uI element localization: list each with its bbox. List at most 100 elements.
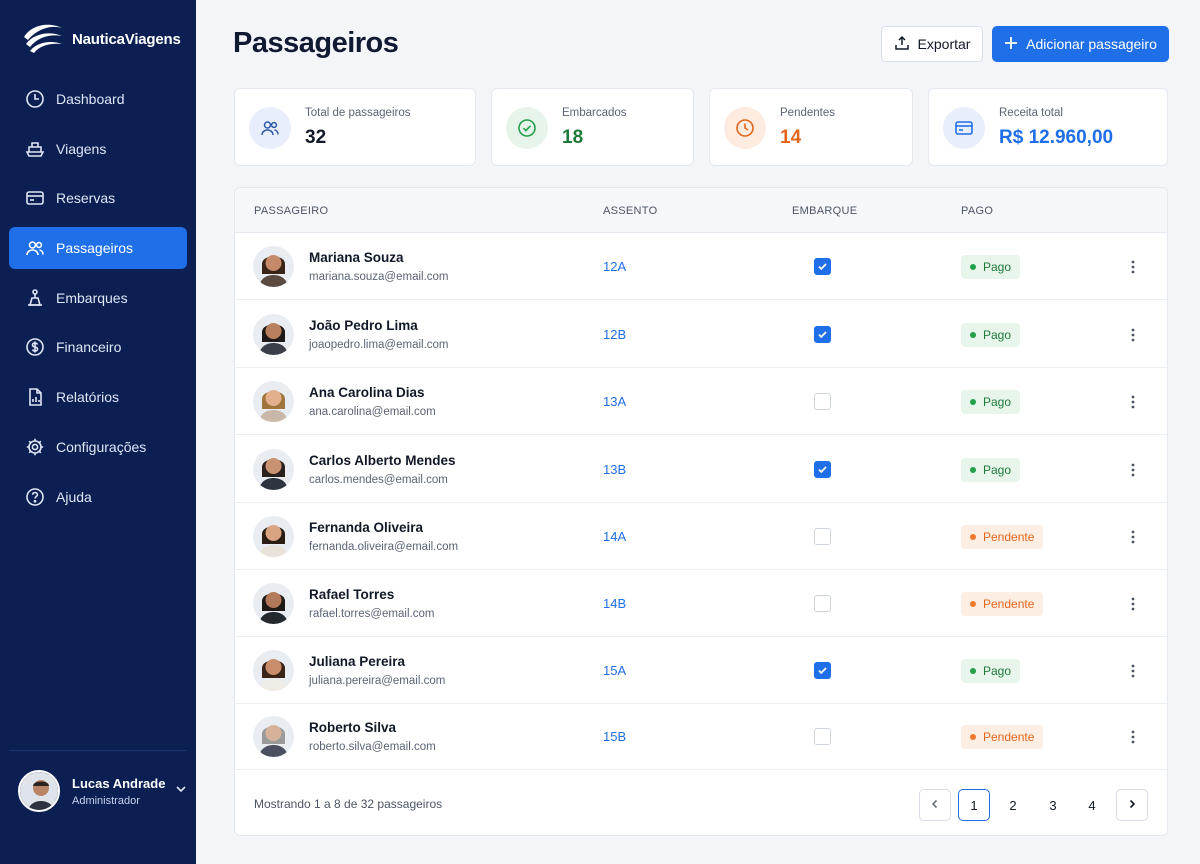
prev-page-button[interactable]	[919, 789, 951, 821]
boarding-checkbox[interactable]	[814, 528, 831, 545]
passenger-email: mariana.souza@email.com	[309, 271, 449, 283]
boarding-checkbox[interactable]	[814, 393, 831, 410]
boarding-checkbox[interactable]	[814, 461, 831, 478]
table-row[interactable]: Ana Carolina Dias ana.carolina@email.com 1…	[235, 368, 1167, 435]
table-row[interactable]: Juliana Pereira juliana.pereira@email.com…	[235, 637, 1167, 704]
seat-label: 13A	[603, 394, 627, 409]
status-dot	[970, 264, 976, 270]
table-row[interactable]: Fernanda Oliveira fernanda.oliveira@email…	[235, 503, 1167, 570]
passenger-email: carlos.mendes@email.com	[309, 474, 448, 486]
passenger-name: Fernanda Oliveira	[309, 520, 424, 535]
stat-card-embarcados: Embarcados 18	[491, 88, 694, 166]
stat-value: R$ 12.960,00	[999, 127, 1114, 148]
row-more-icon[interactable]	[1123, 659, 1143, 683]
table-header: PASSAGEIRO ASSENTO EMBARQUE PAGO	[235, 188, 1167, 233]
table-row[interactable]: Mariana Souza mariana.souza@email.com 12A P…	[235, 233, 1167, 300]
wave-logo-icon	[22, 20, 66, 59]
boarding-checkbox[interactable]	[814, 595, 831, 612]
sidebar-item-relatorios[interactable]: Relatórios	[9, 376, 187, 418]
row-more-icon[interactable]	[1123, 725, 1143, 749]
passenger-name: Juliana Pereira	[309, 654, 406, 669]
row-more-icon[interactable]	[1123, 390, 1143, 414]
page-button-3[interactable]: 3	[1037, 789, 1069, 821]
column-header-pago[interactable]: PAGO	[961, 205, 993, 217]
page-button-2[interactable]: 2	[997, 789, 1029, 821]
passenger-email: fernanda.oliveira@email.com	[309, 541, 459, 553]
add-passenger-label: Adicionar passageiro	[1026, 36, 1157, 52]
sidebar-nav: Dashboard Viagens Reservas Passageiros E…	[9, 78, 187, 525]
row-more-icon[interactable]	[1123, 323, 1143, 347]
seat-label: 15B	[603, 729, 627, 744]
table-row[interactable]: Carlos Alberto Mendes carlos.mendes@email…	[235, 436, 1167, 503]
row-more-icon[interactable]	[1123, 458, 1143, 482]
next-page-button[interactable]	[1116, 789, 1148, 821]
boarding-checkbox[interactable]	[814, 728, 831, 745]
payment-status-badge: Pago	[961, 255, 1021, 279]
column-header-embarque[interactable]: EMBARQUE	[792, 205, 857, 217]
credit-card-icon	[943, 107, 985, 149]
sidebar: NauticaViagens Dashboard Viagens Reserva…	[0, 0, 196, 864]
chevron-down-icon[interactable]	[174, 782, 188, 801]
page-button-1[interactable]: 1	[958, 789, 990, 821]
status-dot	[970, 601, 976, 607]
sidebar-item-dashboard[interactable]: Dashboard	[9, 78, 187, 120]
column-header-assento[interactable]: ASSENTO	[603, 205, 657, 217]
table-row[interactable]: Roberto Silva roberto.silva@email.com 15B P…	[235, 703, 1167, 770]
row-more-icon[interactable]	[1123, 525, 1143, 549]
passenger-name: Ana Carolina Dias	[309, 385, 425, 400]
sidebar-item-embarques[interactable]: Embarques	[9, 277, 187, 319]
brand-name: NauticaViagens	[72, 31, 181, 48]
boarding-checkbox[interactable]	[814, 258, 831, 275]
page-button-4[interactable]: 4	[1076, 789, 1108, 821]
passenger-name: Mariana Souza	[309, 250, 404, 265]
passenger-avatar	[253, 449, 294, 490]
dollar-icon	[24, 336, 46, 358]
row-more-icon[interactable]	[1123, 592, 1143, 616]
sidebar-item-financeiro[interactable]: Financeiro	[9, 326, 187, 368]
sidebar-item-label: Embarques	[56, 289, 128, 306]
sidebar-item-label: Passageiros	[56, 240, 134, 257]
status-dot	[970, 399, 976, 405]
sidebar-item-reservas[interactable]: Reservas	[9, 177, 187, 219]
brand[interactable]: NauticaViagens	[22, 20, 181, 59]
table-row[interactable]: Rafael Torres rafael.torres@email.com 14B P…	[235, 570, 1167, 637]
sidebar-item-label: Viagens	[56, 140, 107, 157]
seat-label: 13B	[603, 462, 627, 477]
payment-status-badge: Pendente	[961, 592, 1044, 616]
upload-icon	[894, 35, 910, 54]
sidebar-item-label: Relatórios	[56, 389, 120, 406]
stat-card-total: Total de passageiros 32	[234, 88, 476, 166]
sidebar-item-ajuda[interactable]: Ajuda	[9, 476, 187, 518]
export-button[interactable]: Exportar	[881, 26, 983, 62]
users-icon	[24, 237, 46, 259]
user-profile[interactable]: Lucas Andrade Administrador	[18, 770, 188, 812]
passenger-avatar	[253, 716, 294, 757]
payment-status-label: Pago	[983, 463, 1012, 477]
boarding-icon	[24, 287, 46, 309]
passenger-avatar	[253, 314, 294, 355]
check-circle-icon	[506, 107, 548, 149]
sidebar-item-label: Ajuda	[56, 488, 92, 505]
sidebar-item-viagens[interactable]: Viagens	[9, 128, 187, 170]
boarding-checkbox[interactable]	[814, 662, 831, 679]
sidebar-item-configuracoes[interactable]: Configurações	[9, 426, 187, 468]
payment-status-label: Pago	[983, 395, 1012, 409]
stat-value: 14	[780, 127, 802, 148]
checkmark-icon	[818, 263, 827, 271]
sidebar-item-passageiros[interactable]: Passageiros	[9, 227, 187, 270]
add-passenger-button[interactable]: Adicionar passageiro	[992, 26, 1169, 62]
column-header-passageiro[interactable]: PASSAGEIRO	[254, 205, 328, 217]
sidebar-item-label: Dashboard	[56, 91, 125, 107]
boarding-checkbox[interactable]	[814, 326, 831, 343]
passenger-avatar	[253, 583, 294, 624]
pagination-summary: Mostrando 1 a 8 de 32 passageiros	[254, 797, 443, 811]
row-more-icon[interactable]	[1123, 255, 1143, 279]
seat-label: 15A	[603, 663, 627, 678]
passengers-table: PASSAGEIRO ASSENTO EMBARQUE PAGO Mariana…	[234, 187, 1168, 836]
stat-card-pendentes: Pendentes 14	[709, 88, 913, 166]
table-row[interactable]: João Pedro Lima joaopedro.lima@email.com 1…	[235, 301, 1167, 368]
plus-icon	[1004, 36, 1018, 53]
passenger-name: Carlos Alberto Mendes	[309, 453, 456, 468]
payment-status-badge: Pago	[961, 659, 1021, 683]
seat-label: 14B	[603, 596, 627, 611]
